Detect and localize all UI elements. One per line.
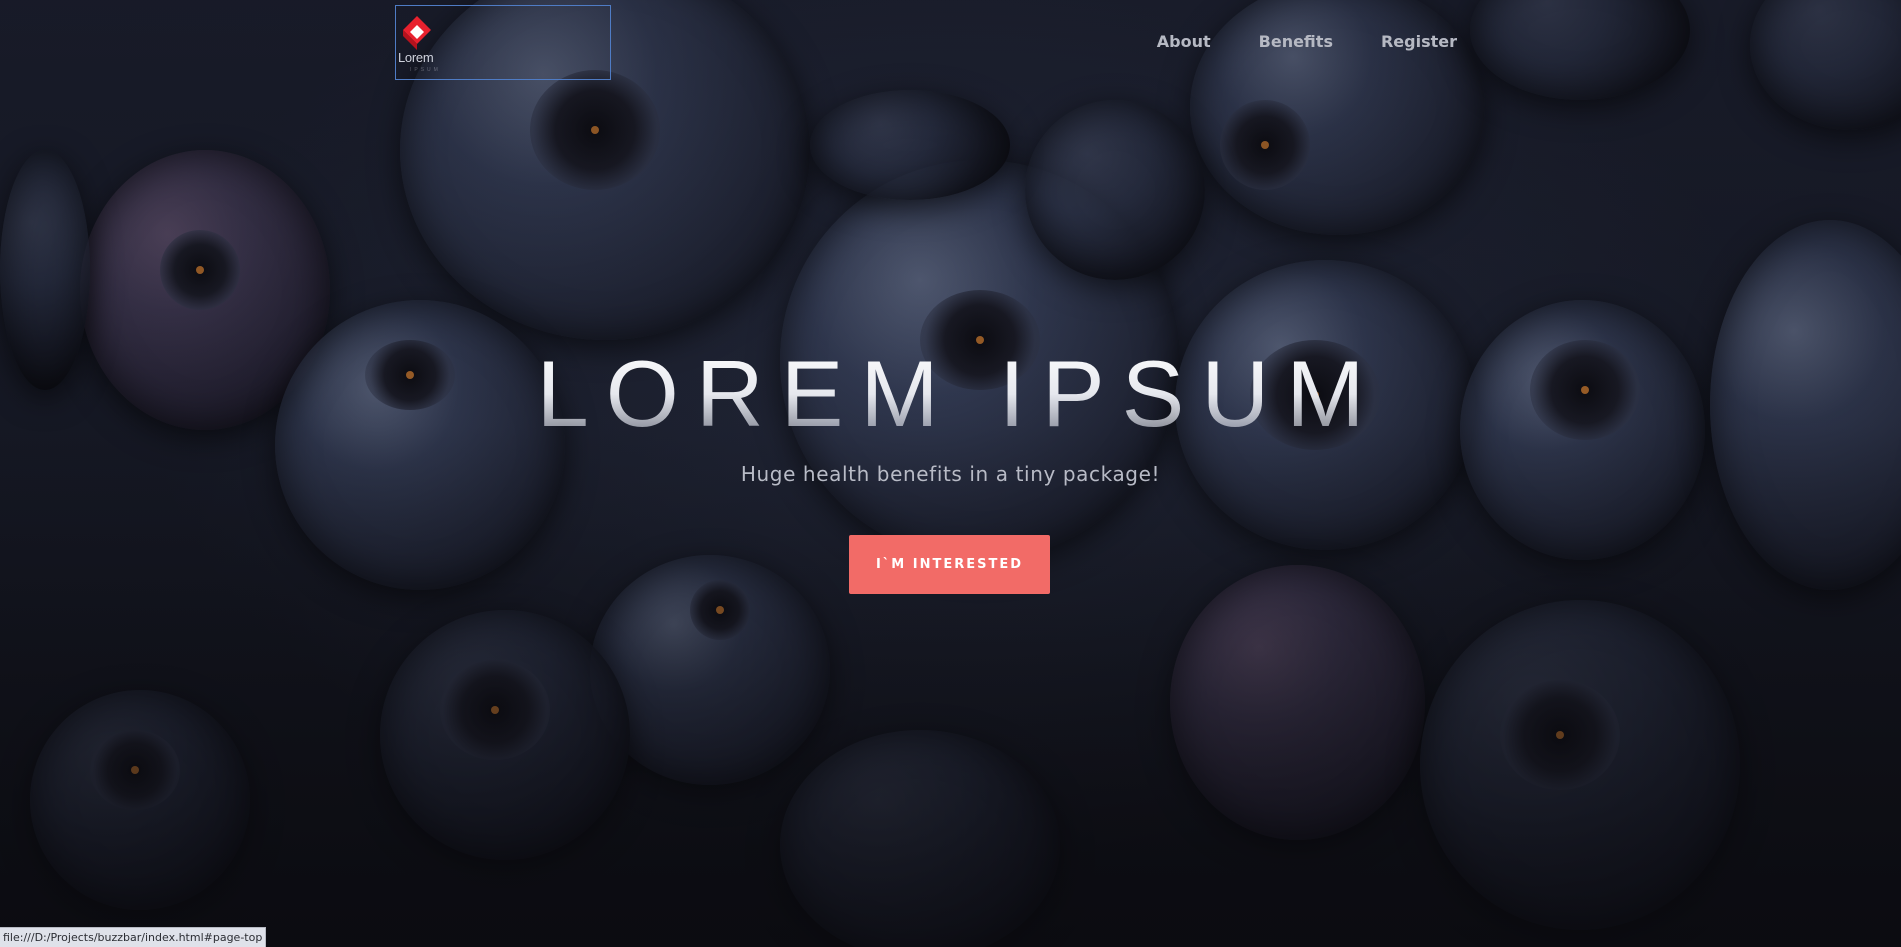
diamond-logo-icon bbox=[403, 16, 431, 50]
logo-link[interactable]: Lorem IPSUM bbox=[395, 5, 611, 80]
interested-button[interactable]: I`M INTERESTED bbox=[849, 535, 1050, 594]
nav-link-about[interactable]: About bbox=[1133, 30, 1235, 53]
hero-title: LOREM IPSUM bbox=[0, 340, 1901, 448]
hero-section: Lorem IPSUM About Benefits Register LORE… bbox=[0, 0, 1901, 947]
status-bar-url: file:///D:/Projects/buzzbar/index.html#p… bbox=[0, 927, 267, 947]
main-nav: About Benefits Register bbox=[1133, 30, 1481, 53]
logo-tagline: IPSUM bbox=[410, 67, 441, 73]
logo-text: Lorem bbox=[398, 50, 434, 65]
hero-subtitle: Huge health benefits in a tiny package! bbox=[740, 462, 1161, 486]
nav-link-register[interactable]: Register bbox=[1357, 30, 1481, 53]
nav-link-benefits[interactable]: Benefits bbox=[1235, 30, 1357, 53]
